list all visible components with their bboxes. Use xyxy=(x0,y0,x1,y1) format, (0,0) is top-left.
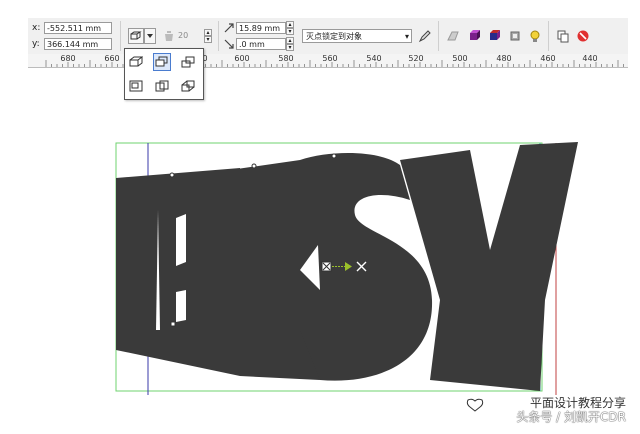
watermark-line2: 头条号 / 刘凯开CDR xyxy=(516,410,626,424)
extrusion-option-icon xyxy=(155,56,168,67)
watermark: 平面设计教程分享 头条号 / 刘凯开CDR xyxy=(516,396,626,424)
node-handle[interactable] xyxy=(331,153,337,159)
extrusion-option-icon xyxy=(181,80,195,92)
letter-y-shape xyxy=(400,142,578,391)
extrusion-option-icon xyxy=(181,56,195,68)
node-handle[interactable] xyxy=(251,163,257,169)
extrusion-option-big-back[interactable] xyxy=(127,77,145,95)
extrusion-option-small-side[interactable] xyxy=(179,53,197,71)
drawing-canvas[interactable] xyxy=(0,0,640,434)
extrusion-option-small-back[interactable] xyxy=(127,53,145,71)
extrusion-type-popup xyxy=(124,48,204,100)
extrusion-option-icon xyxy=(129,80,143,92)
node-handle[interactable] xyxy=(170,321,176,327)
extrusion-option-parallel[interactable] xyxy=(179,77,197,95)
extrusion-option-small-front[interactable] xyxy=(153,53,171,71)
watermark-line1: 平面设计教程分享 xyxy=(529,396,626,410)
watermark-logo-icon xyxy=(466,398,484,412)
extrusion-option-icon xyxy=(129,56,143,67)
letter-e-shape xyxy=(116,168,240,376)
extrusion-option-icon xyxy=(155,80,169,92)
node-handle[interactable] xyxy=(169,172,175,178)
extrusion-option-big-front[interactable] xyxy=(153,77,171,95)
